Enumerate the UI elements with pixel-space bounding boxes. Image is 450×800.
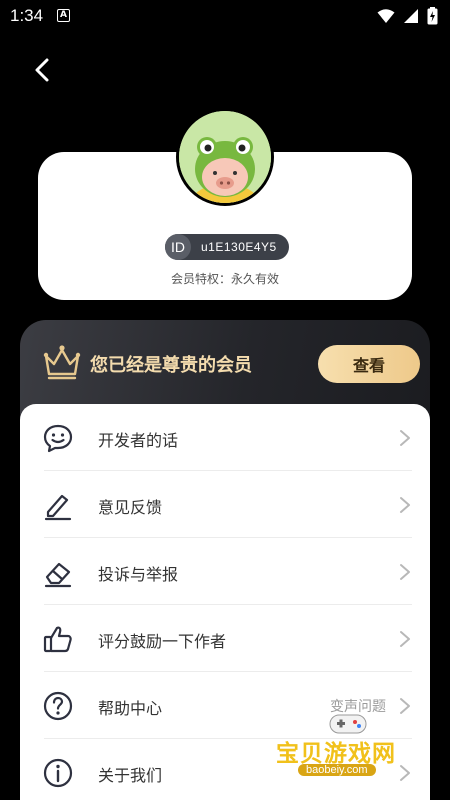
site-watermark: 宝贝游戏网 baobeiy.com <box>276 712 426 790</box>
watermark-url: baobeiy.com <box>298 764 376 776</box>
vip-status-text: 您已经是尊贵的会员 <box>90 355 252 376</box>
id-tag: ID <box>165 234 191 260</box>
gamepad-icon <box>329 714 367 734</box>
menu-item-label: 意见反馈 <box>98 498 163 517</box>
wifi-icon <box>377 9 395 23</box>
app-notification-icon: A <box>57 9 70 22</box>
signal-icon <box>404 9 418 23</box>
battery-icon <box>427 7 438 25</box>
eraser-icon <box>44 562 72 588</box>
user-id-value: u1E130E4Y5 <box>201 240 277 254</box>
menu-item-label: 投诉与举报 <box>98 565 179 584</box>
avatar-pig-frog-icon <box>179 111 271 203</box>
thumbs-up-icon <box>43 626 72 653</box>
status-icons <box>377 7 438 25</box>
menu-item-label: 开发者的话 <box>98 431 179 450</box>
chevron-right-icon <box>400 430 410 446</box>
menu-item-label: 帮助中心 <box>98 699 163 718</box>
user-id-badge[interactable]: ID u1E130E4Y5 <box>165 234 289 260</box>
chevron-right-icon <box>400 497 410 513</box>
menu-item-label: 评分鼓励一下作者 <box>98 632 227 651</box>
menu-item-rate-app[interactable]: 评分鼓励一下作者 <box>20 605 430 672</box>
back-arrow-icon <box>35 58 49 82</box>
info-circle-icon <box>43 758 73 788</box>
chat-smile-icon <box>43 424 73 453</box>
watermark-text: 宝贝游戏网 <box>276 741 396 767</box>
menu-item-feedback[interactable]: 意见反馈 <box>20 471 430 538</box>
crown-icon <box>43 345 81 380</box>
question-circle-icon <box>43 691 73 721</box>
pen-icon <box>44 494 72 521</box>
avatar[interactable] <box>176 108 274 206</box>
view-membership-button[interactable]: 查看 <box>318 345 420 383</box>
chevron-right-icon <box>400 564 410 580</box>
chevron-right-icon <box>400 631 410 647</box>
menu-item-complaint[interactable]: 投诉与举报 <box>20 538 430 605</box>
status-bar: 1:34 A <box>0 0 450 34</box>
back-button[interactable] <box>28 55 58 85</box>
menu-item-developer-words[interactable]: 开发者的话 <box>20 404 430 471</box>
membership-privilege: 会员特权：永久有效 <box>170 272 279 286</box>
status-time: 1:34 <box>10 6 44 25</box>
menu-item-label: 关于我们 <box>98 766 163 785</box>
